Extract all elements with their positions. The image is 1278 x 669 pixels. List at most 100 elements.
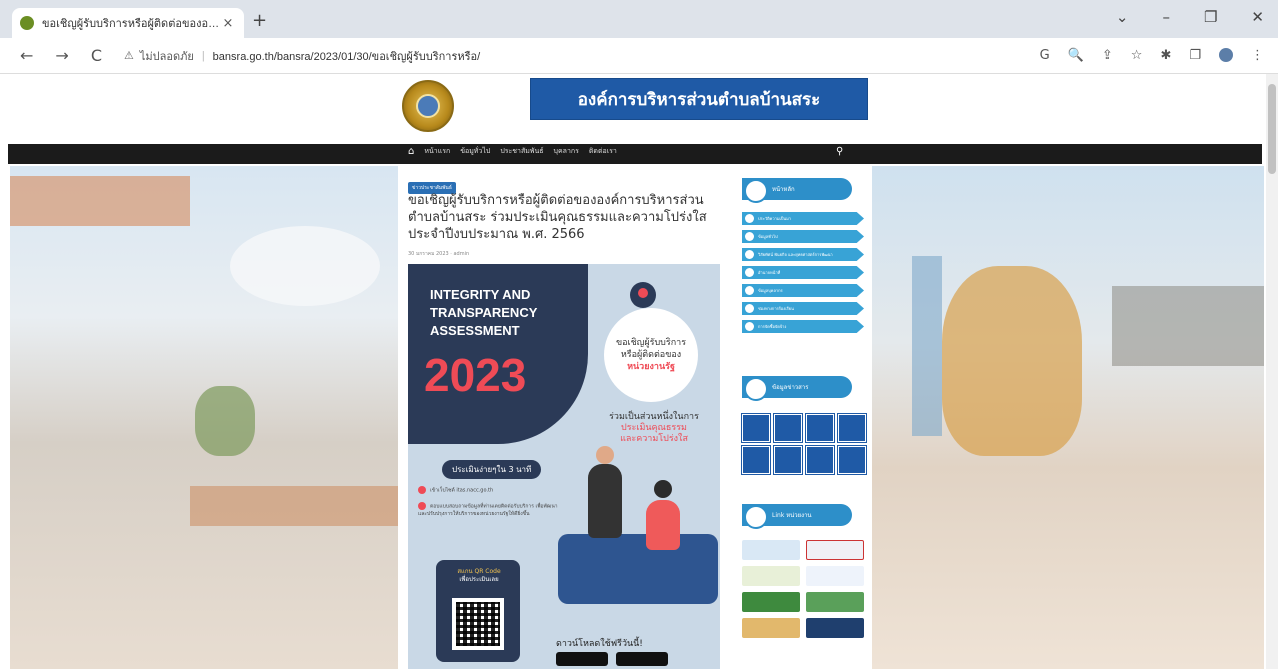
poster-year: 2023: [424, 349, 527, 401]
page-scrollbar[interactable]: [1266, 74, 1278, 669]
qr-caption: สแกน QR Code เพื่อประเมินเลย: [444, 568, 514, 584]
menu-item-contact[interactable]: ติดต่อเรา: [589, 146, 617, 157]
profile-avatar[interactable]: [1219, 48, 1233, 62]
bg-roof: [190, 486, 398, 526]
site-banner[interactable]: องค์การบริหารส่วนตำบลบ้านสระ: [530, 78, 868, 120]
agency-link-banner[interactable]: [742, 540, 800, 560]
poster-heading-line: ASSESSMENT: [430, 323, 520, 338]
background-left-image: [10, 166, 398, 669]
menu-item-staff[interactable]: บุคลากร: [554, 146, 579, 157]
menu-item-news[interactable]: ประชาสัมพันธ์: [500, 146, 543, 157]
menu-item-home[interactable]: หน้าแรก: [424, 146, 450, 157]
agency-link-banner[interactable]: [742, 592, 800, 612]
google-lens-icon[interactable]: G: [1040, 48, 1050, 63]
sidebar-link[interactable]: ประวัติความเป็นมา: [742, 212, 864, 225]
browser-toolbar: G 🔍 ⇪ ☆ ✱ ❐ ⋮: [1040, 48, 1264, 63]
sidebar-heading-news: ข้อมูลข่าวสาร: [742, 376, 852, 401]
poster-bubble: ขอเชิญผู้รับบริการ หรือผู้ติดต่อของ หน่ว…: [604, 308, 698, 402]
post-title: ขอเชิญผู้รับบริการหรือผู้ติดต่อขององค์กา…: [408, 193, 707, 242]
agency-link-banner[interactable]: [806, 540, 864, 560]
logo-emblem: [416, 94, 440, 118]
menu-item-general[interactable]: ข้อมูทั่วไป: [460, 146, 490, 157]
news-tile[interactable]: [806, 446, 834, 474]
sidebar-link[interactable]: การจัดซื้อจัดจ้าง: [742, 320, 864, 333]
tab-title: ขอเชิญผู้รับบริการหรือผู้ติดต่อขององค์: [42, 18, 220, 30]
minimize-button[interactable]: –: [1162, 8, 1170, 26]
poster-man-illustration: [588, 446, 622, 538]
scrollbar-thumb[interactable]: [1268, 84, 1276, 174]
poster-heading: INTEGRITY AND TRANSPARENCY ASSESSMENT: [430, 286, 537, 340]
sidebar-link[interactable]: ข้อมูลบุคลากร: [742, 284, 864, 297]
page-viewport: องค์การบริหารส่วนตำบลบ้านสระ ⌂ หน้าแรก ข…: [0, 74, 1266, 669]
invite-line: ร่วมเป็นส่วนหนึ่งในการ: [609, 412, 699, 422]
poster-heading-line: TRANSPARENCY: [430, 305, 538, 320]
agency-link-banner[interactable]: [806, 618, 864, 638]
step-number-icon: [418, 486, 426, 494]
sidebar-heading-links: Link หน่วยงาน: [742, 504, 852, 529]
bookmark-star-icon[interactable]: ☆: [1131, 48, 1143, 63]
background-right-image: [872, 166, 1264, 669]
news-tile[interactable]: [742, 414, 770, 442]
back-button[interactable]: ←: [20, 46, 33, 65]
url-field[interactable]: ⚠ ไม่ปลอดภัย | bansra.go.th/bansra/2023/…: [124, 47, 944, 65]
url-separator: |: [201, 49, 205, 62]
close-window-button[interactable]: ✕: [1251, 8, 1264, 26]
qr-caption-line: สแกน QR Code: [457, 568, 501, 575]
search-icon[interactable]: ⚲: [836, 146, 843, 157]
news-tile[interactable]: [806, 414, 834, 442]
agency-link-banner[interactable]: [742, 618, 800, 638]
poster-step: เข้าเว็บไซต์ itas.nacc.go.th: [418, 486, 558, 495]
security-label[interactable]: ไม่ปลอดภัย: [140, 47, 194, 65]
sidebar-link[interactable]: วิสัยทัศน์ พันธกิจ และยุทธศาสตร์การพัฒนา: [742, 248, 864, 261]
close-tab-icon[interactable]: ×: [220, 16, 236, 31]
new-tab-button[interactable]: +: [252, 10, 267, 31]
menu-kebab-icon[interactable]: ⋮: [1251, 48, 1264, 63]
site-logo[interactable]: [402, 80, 454, 132]
news-tile[interactable]: [774, 446, 802, 474]
agency-links: [742, 540, 866, 638]
sidebar: หน้าหลัก ประวัติความเป็นมา ข้อมูลทั่วไป …: [738, 166, 868, 669]
bg-cloud: [230, 226, 380, 306]
home-icon[interactable]: ⌂: [408, 146, 414, 157]
reload-button[interactable]: C: [91, 46, 102, 65]
main-menu-bar: ⌂ หน้าแรก ข้อมูทั่วไป ประชาสัมพันธ์ บุคล…: [8, 144, 1262, 164]
ita-poster-image[interactable]: INTEGRITY AND TRANSPARENCY ASSESSMENT 20…: [408, 264, 720, 669]
sidebar-link[interactable]: ข้อมูลทั่วไป: [742, 230, 864, 243]
forward-button[interactable]: →: [55, 46, 68, 65]
download-text: ดาวน์โหลดใช้ฟรีวันนี้!: [556, 639, 643, 649]
google-play-badge[interactable]: [556, 652, 608, 666]
invite-line-highlight: ประเมินคุณธรรม: [620, 423, 687, 433]
bg-roof: [10, 176, 190, 226]
news-tile[interactable]: [774, 414, 802, 442]
extensions-icon[interactable]: ✱: [1160, 48, 1171, 63]
zoom-icon[interactable]: 🔍: [1068, 48, 1084, 63]
agency-link-banner[interactable]: [742, 566, 800, 586]
qr-caption-line: เพื่อประเมินเลย: [459, 576, 499, 583]
news-tile[interactable]: [838, 414, 866, 442]
poster-invite-text: ร่วมเป็นส่วนหนึ่งในการ ประเมินคุณธรรม แล…: [598, 412, 710, 445]
step-number-icon: [418, 502, 426, 510]
news-tile[interactable]: [838, 446, 866, 474]
bg-pillar: [912, 256, 942, 436]
post-meta: 30 มกราคม 2023 · admin: [408, 251, 470, 257]
invite-line-highlight: และความโปร่งใส: [620, 434, 688, 444]
app-store-badges: [556, 652, 668, 666]
share-icon[interactable]: ⇪: [1102, 48, 1113, 63]
agency-link-banner[interactable]: [806, 566, 864, 586]
browser-tab[interactable]: ขอเชิญผู้รับบริการหรือผู้ติดต่อขององค์ ×: [12, 8, 244, 38]
bubble-line-highlight: หน่วยงานรัฐ: [627, 362, 675, 372]
app-store-badge[interactable]: [616, 652, 668, 666]
maximize-button[interactable]: ❐: [1204, 8, 1217, 26]
tab-search-icon[interactable]: ⌄: [1116, 8, 1129, 26]
qr-code-icon[interactable]: [452, 598, 504, 650]
sidebar-link[interactable]: ช่องทางการร้องเรียน: [742, 302, 864, 315]
poster-pill: ประเมินง่ายๆใน 3 นาที: [442, 460, 542, 479]
news-tile[interactable]: [742, 446, 770, 474]
sidebar-link[interactable]: อำนาจหน้าที่: [742, 266, 864, 279]
sidebar-heading-home: หน้าหลัก: [742, 178, 852, 203]
poster-woman-illustration: [646, 480, 680, 550]
url-text[interactable]: bansra.go.th/bansra/2023/01/30/ขอเชิญผู้…: [213, 47, 481, 65]
side-panel-icon[interactable]: ❐: [1189, 48, 1201, 63]
main-menu: ⌂ หน้าแรก ข้อมูทั่วไป ประชาสัมพันธ์ บุคล…: [408, 146, 843, 157]
agency-link-banner[interactable]: [806, 592, 864, 612]
